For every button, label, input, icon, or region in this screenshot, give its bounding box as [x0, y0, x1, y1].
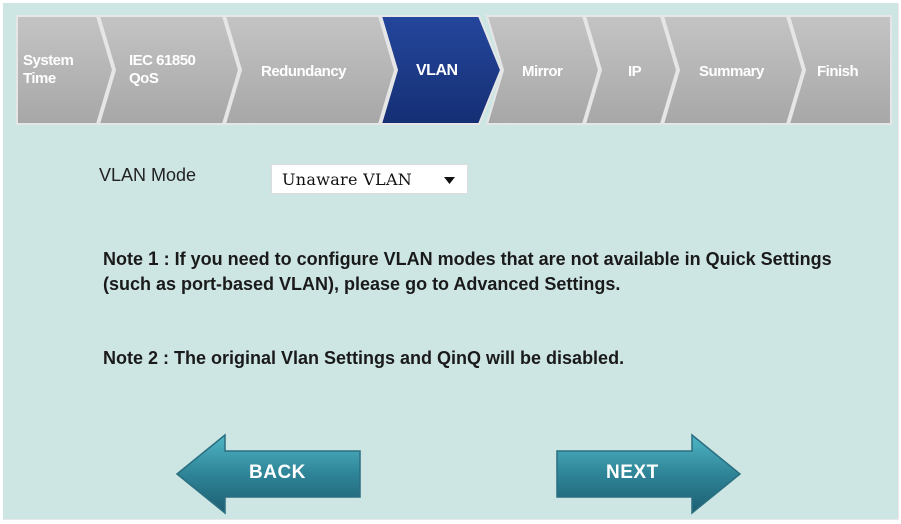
note-1-prefix: Note [103, 249, 148, 269]
next-button[interactable]: NEXT [554, 433, 742, 515]
note-1-number: 1 [148, 249, 159, 270]
wizard-step-label: Redundancy [261, 63, 347, 80]
wizard-steps: System Time IEC 61850 QoS Redundancy VLA… [16, 15, 892, 125]
note-2: Note 2 : The original Vlan Settings and … [103, 348, 625, 368]
wizard-step-label: Summary [699, 63, 764, 80]
vlan-mode-select[interactable]: Unaware VLAN [271, 164, 468, 194]
wizard-step-label: VLAN [416, 62, 458, 79]
wizard-step-label: IEC 61850 QoS [129, 52, 196, 87]
back-button[interactable]: BACK [175, 433, 363, 515]
next-button-label: NEXT [606, 462, 659, 483]
note-1-text: : If you need to configure VLAN modes th… [103, 249, 832, 294]
back-button-label: BACK [249, 462, 306, 483]
wizard-step-label: Mirror [522, 63, 563, 80]
vlan-mode-selected-value: Unaware VLAN [282, 170, 413, 189]
chevron-down-icon [444, 177, 455, 184]
wizard-step-label: IP [628, 63, 642, 80]
note-1: Note 1 : If you need to configure VLAN m… [103, 247, 883, 296]
wizard-step-label: System Time [23, 52, 74, 87]
vlan-mode-label: VLAN Mode [99, 165, 197, 185]
wizard-step-label: Finish [817, 63, 859, 80]
quick-settings-panel: System Time IEC 61850 QoS Redundancy VLA… [3, 3, 899, 520]
